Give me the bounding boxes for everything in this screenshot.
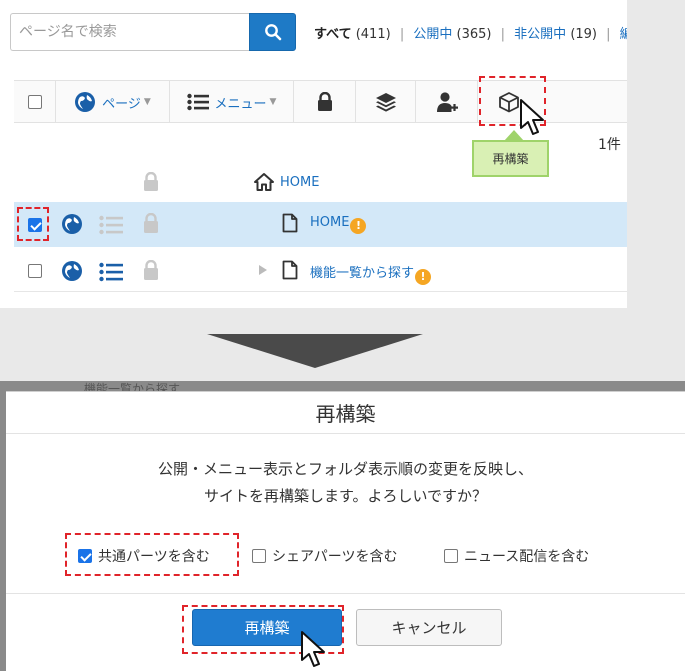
option-share-parts-label: シェアパーツを含む bbox=[272, 549, 398, 565]
page-column-label: ページ bbox=[102, 96, 141, 112]
option-share-parts[interactable]: シェアパーツを含む bbox=[252, 546, 397, 566]
filter-all[interactable]: すべて bbox=[314, 27, 352, 42]
list-icon bbox=[186, 93, 209, 111]
globe-icon bbox=[62, 261, 82, 281]
filter-private-count: (19) bbox=[570, 27, 597, 42]
page-list-panel: すべて (411) | 公開中 (365) | 非公開中 (19) | 編 ペー… bbox=[0, 0, 627, 308]
row-checkbox-checked[interactable] bbox=[28, 218, 42, 232]
cancel-button[interactable]: キャンセル bbox=[356, 609, 502, 646]
filter-edit[interactable]: 編 bbox=[620, 27, 627, 42]
lock-icon bbox=[144, 172, 158, 191]
filter-public[interactable]: 公開中 bbox=[413, 27, 452, 42]
layers-icon bbox=[375, 93, 396, 112]
option-news-feed[interactable]: ニュース配信を含む bbox=[444, 546, 589, 566]
filter-public-count: (365) bbox=[456, 27, 492, 42]
filter-private[interactable]: 非公開中 bbox=[514, 27, 566, 42]
page-column-menu[interactable]: ページ ▼ bbox=[56, 81, 170, 123]
dialog-message-line1: 公開・メニュー表示とフォルダ表示順の変更を反映し、 bbox=[157, 460, 533, 478]
warning-icon: ! bbox=[350, 217, 367, 234]
chevron-down-icon: ▼ bbox=[269, 97, 277, 107]
search-icon bbox=[264, 24, 281, 41]
page-link-home[interactable]: HOME! bbox=[310, 215, 367, 234]
select-all-checkbox[interactable] bbox=[27, 95, 42, 109]
globe-icon bbox=[75, 92, 96, 112]
result-count: 1件 bbox=[598, 137, 621, 153]
select-all-cell bbox=[14, 81, 56, 123]
lock-column-button[interactable] bbox=[294, 81, 356, 123]
table-row-root: HOME bbox=[14, 168, 627, 202]
chevron-down-icon: ▼ bbox=[143, 97, 151, 107]
dialog-title: 再構築 bbox=[6, 392, 685, 434]
option-common-parts-label: 共通パーツを含む bbox=[98, 549, 210, 565]
option-common-parts[interactable]: 共通パーツを含む bbox=[78, 546, 210, 566]
option-share-parts-checkbox[interactable] bbox=[252, 549, 266, 563]
lock-icon bbox=[144, 260, 158, 280]
rebuild-dialog: 再構築 公開・メニュー表示とフォルダ表示順の変更を反映し、 サイトを再構築します… bbox=[6, 391, 685, 671]
home-icon bbox=[254, 173, 274, 191]
filter-all-count: (411) bbox=[355, 27, 391, 42]
list-icon bbox=[99, 215, 123, 235]
status-filter-bar: すべて (411) | 公開中 (365) | 非公開中 (19) | 編 bbox=[314, 23, 627, 42]
user-add-icon bbox=[436, 92, 458, 112]
menu-column-menu[interactable]: メニュー ▼ bbox=[170, 81, 294, 123]
row-checkbox[interactable] bbox=[28, 264, 42, 278]
search-button[interactable] bbox=[249, 13, 296, 51]
table-row-selected[interactable]: HOME! bbox=[14, 202, 627, 247]
option-news-feed-label: ニュース配信を含む bbox=[464, 549, 590, 565]
user-add-button[interactable] bbox=[416, 81, 478, 123]
cube-icon bbox=[499, 92, 519, 113]
warning-icon: ! bbox=[415, 268, 432, 285]
list-icon bbox=[99, 262, 123, 282]
option-news-feed-checkbox[interactable] bbox=[444, 549, 458, 563]
menu-column-label: メニュー bbox=[214, 96, 267, 112]
lock-icon bbox=[144, 213, 158, 233]
down-arrow-icon bbox=[207, 334, 423, 368]
dialog-divider bbox=[6, 593, 685, 594]
table-row[interactable]: 機能一覧から探す! bbox=[14, 247, 627, 292]
globe-icon bbox=[62, 214, 82, 234]
search-input[interactable] bbox=[10, 13, 250, 51]
page-link-home-root[interactable]: HOME bbox=[280, 175, 319, 190]
option-common-parts-checkbox[interactable] bbox=[78, 549, 92, 563]
expand-arrow-icon[interactable] bbox=[258, 264, 268, 276]
lock-icon bbox=[317, 92, 332, 111]
page-icon bbox=[282, 260, 298, 280]
dialog-message: 公開・メニュー表示とフォルダ表示順の変更を反映し、 サイトを再構築します。よろし… bbox=[6, 456, 685, 510]
layers-column-button[interactable] bbox=[356, 81, 416, 123]
dialog-message-line2: サイトを再構築します。よろしいですか？ bbox=[203, 487, 488, 505]
cursor-icon bbox=[301, 631, 325, 667]
page-link-features[interactable]: 機能一覧から探す! bbox=[310, 262, 432, 285]
page-icon bbox=[282, 213, 298, 233]
